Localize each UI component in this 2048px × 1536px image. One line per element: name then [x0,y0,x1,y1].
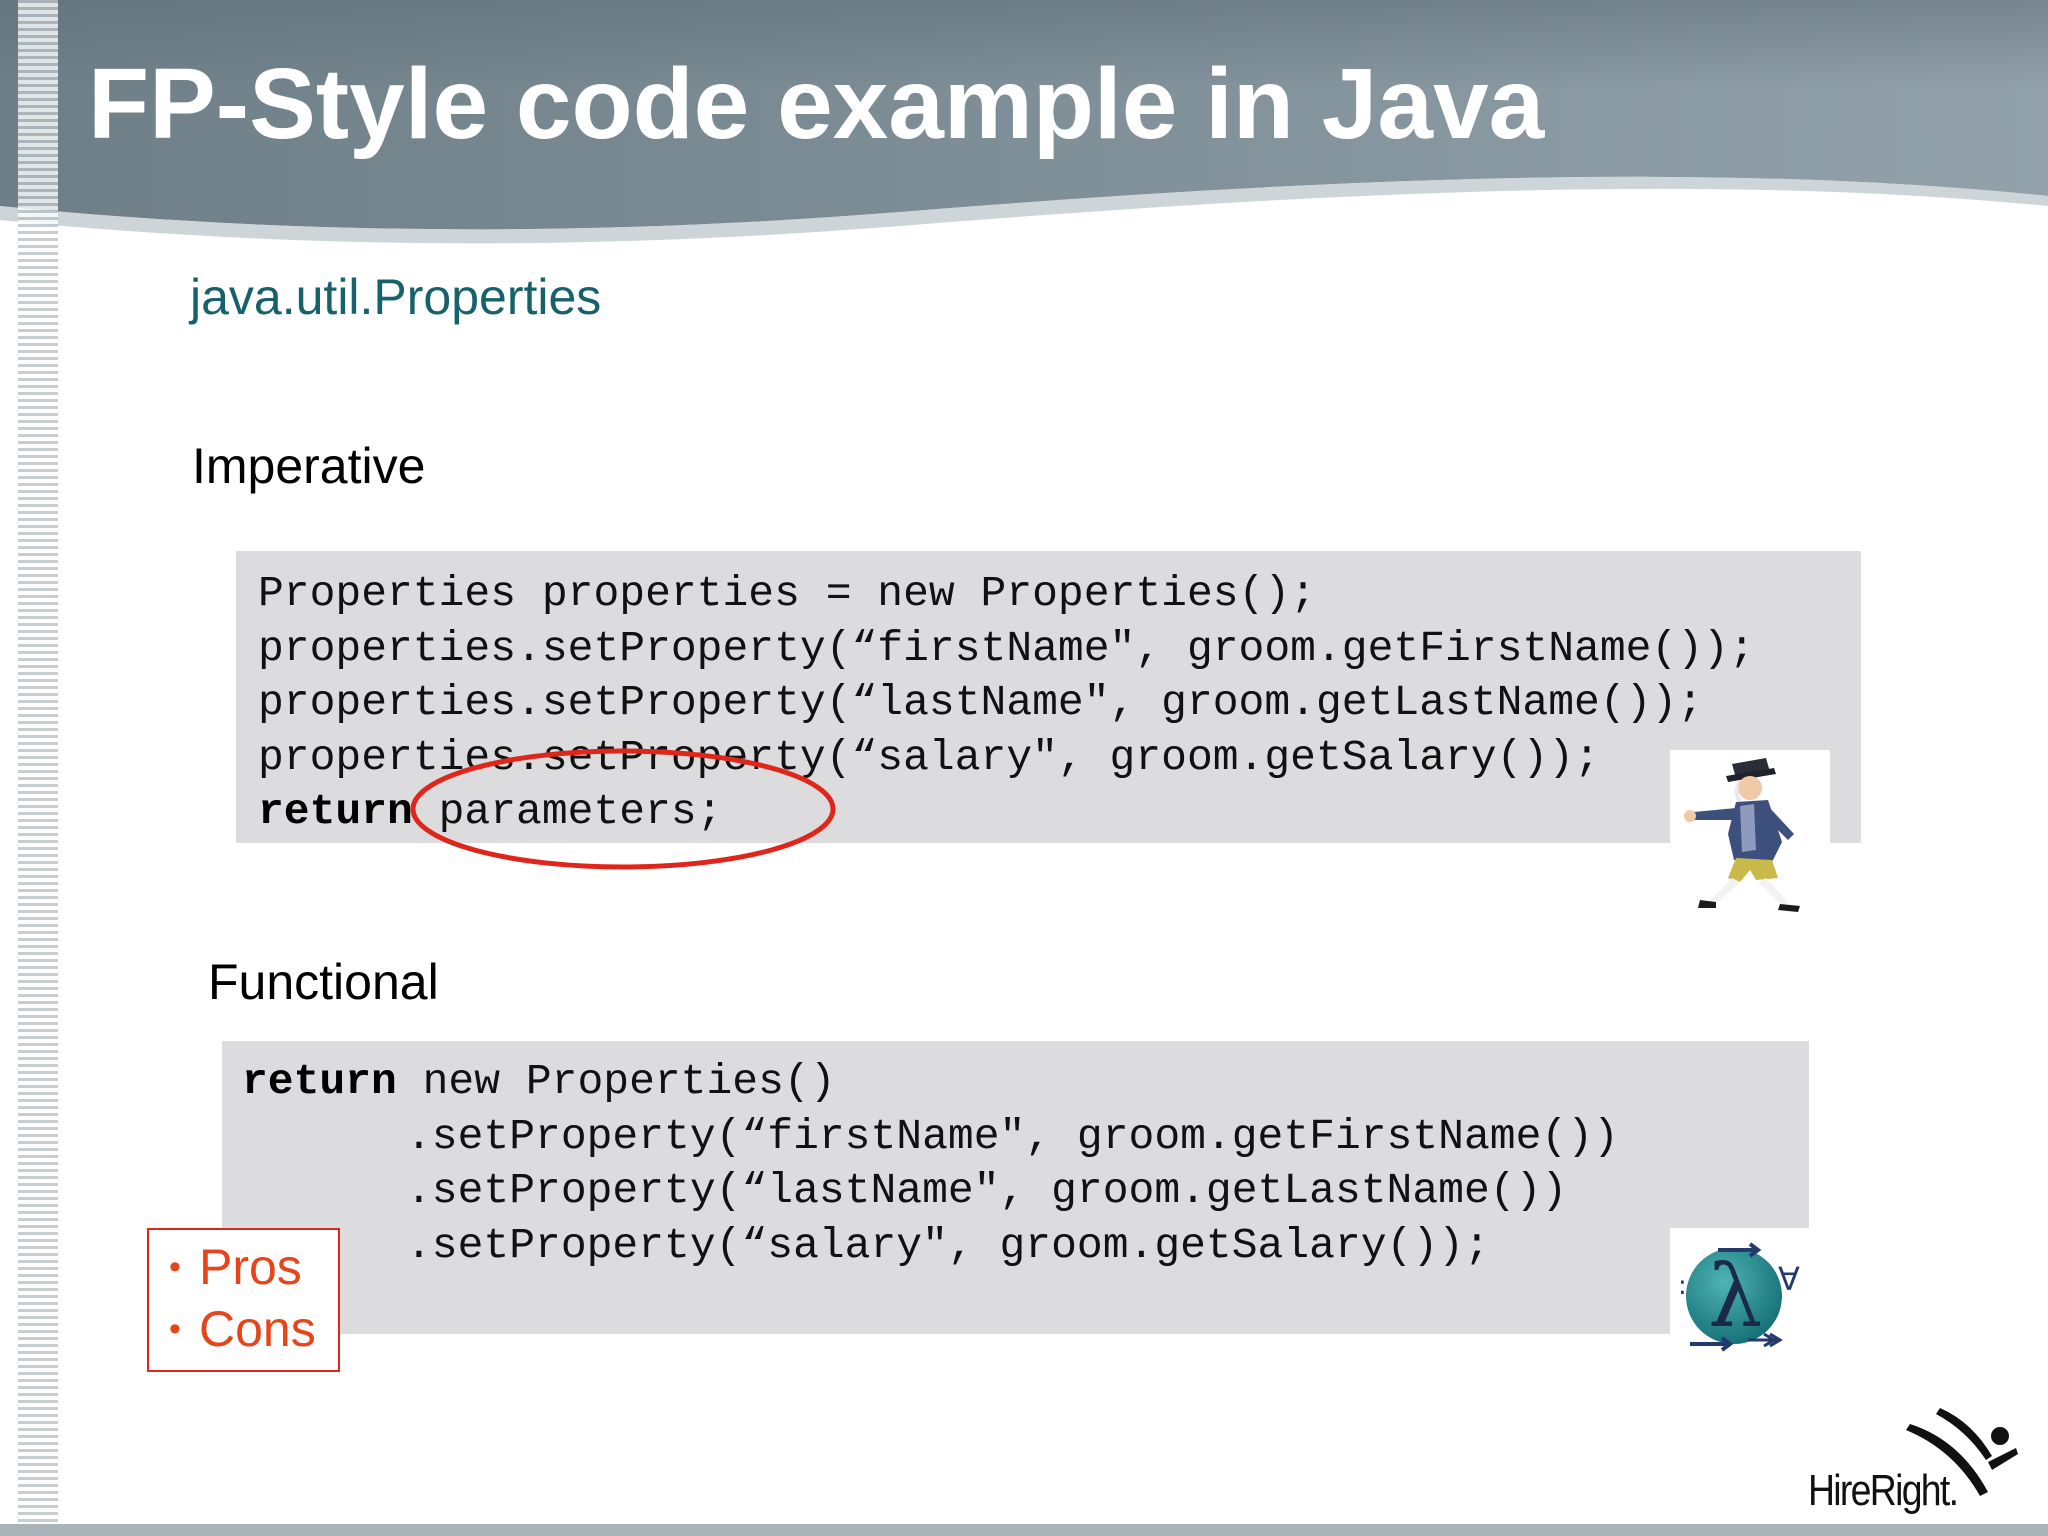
code-line: return new Properties() [242,1055,1809,1110]
code-text: .setProperty(“salary", groom.getSalary()… [406,1220,1490,1270]
walking-man-illustration [1670,750,1830,920]
slide-title: FP-Style code example in Java [88,48,1545,160]
code-line: properties.setProperty(“lastName", groom… [258,678,1704,727]
slide-subtitle: java.util.Properties [190,269,602,325]
functional-label: Functional [208,954,439,1010]
imperative-label: Imperative [192,438,426,494]
code-line: .setProperty(“lastName", groom.getLastNa… [242,1164,1809,1219]
code-line: Properties properties = new Properties()… [258,569,1316,618]
return-keyword: return [258,787,413,836]
pros-item: • Pros [169,1239,302,1295]
svg-text::: : [1678,1271,1687,1301]
logo-text: HireRight. [1808,1466,1959,1515]
left-decorative-stripe [18,0,58,1536]
pros-label: Pros [199,1239,302,1295]
code-line: .setProperty(“salary", groom.getSalary()… [242,1219,1809,1274]
code-text: .setProperty(“firstName", groom.getFirst… [406,1111,1619,1161]
bottom-band [0,1524,2048,1536]
hireright-logo: HireRight. [1800,1400,2020,1520]
return-keyword: return [242,1057,397,1106]
code-line: properties.setProperty(“firstName", groo… [258,623,1755,673]
svg-text:λ: λ [1708,1247,1763,1347]
functional-code-block: return new Properties() .setProperty(“fi… [222,1041,1809,1334]
pros-cons-box: • Pros • Cons [147,1228,340,1372]
code-text: .setProperty(“lastName", groom.getLastNa… [406,1166,1568,1215]
lambda-logo-icon: λ ∀ : [1670,1228,1810,1358]
code-line: .setProperty(“firstName", groom.getFirst… [242,1110,1809,1165]
slide: FP-Style code example in Java java.util.… [0,0,2048,1536]
cons-item: • Cons [169,1301,316,1357]
code-text: new Properties() [396,1057,836,1106]
cons-label: Cons [199,1301,316,1357]
svg-text:∀: ∀ [1778,1260,1800,1298]
highlight-ellipse [410,748,836,870]
